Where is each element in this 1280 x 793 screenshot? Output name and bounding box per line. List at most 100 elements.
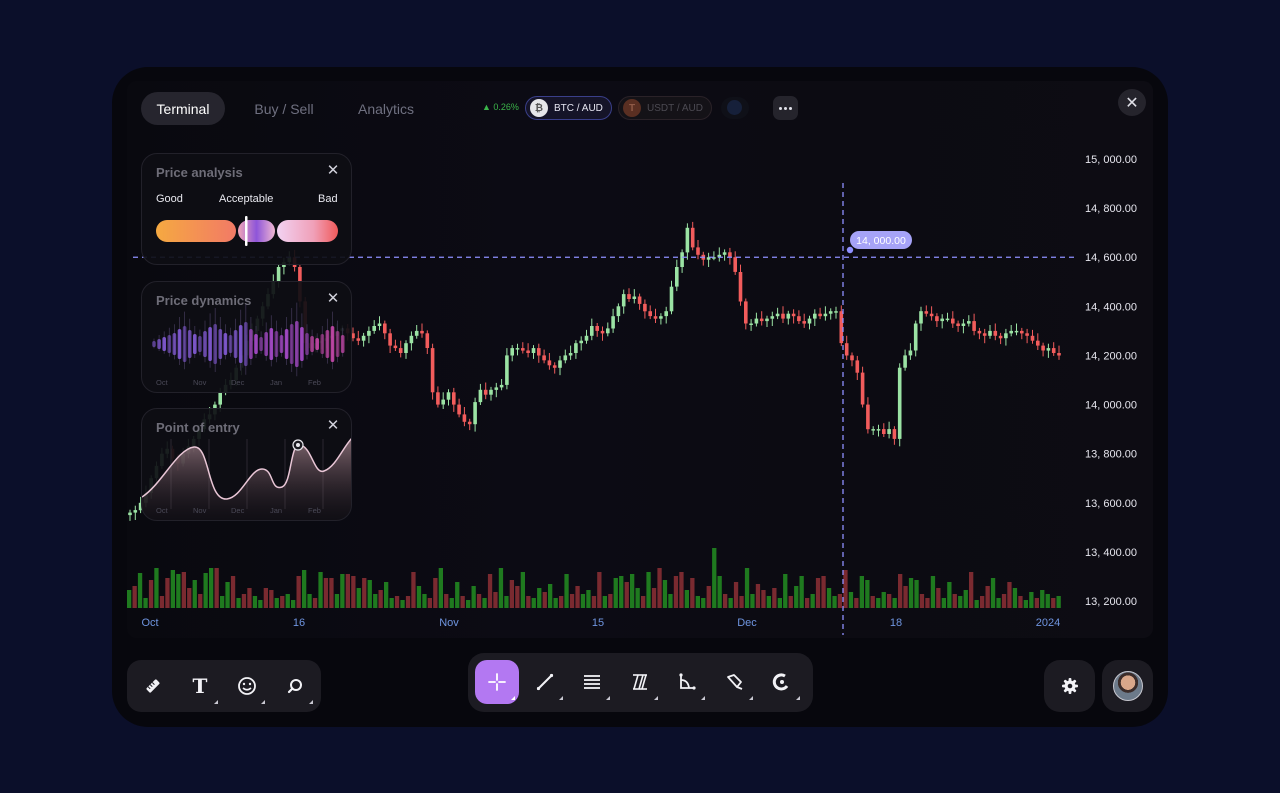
dynamics-bar <box>218 329 223 359</box>
candle-body <box>935 316 939 322</box>
tab-buy-sell[interactable]: Buy / Sell <box>242 92 326 125</box>
volume-bar <box>733 582 739 608</box>
candle-body <box>579 340 583 344</box>
emoji-tool-button[interactable] <box>225 664 269 708</box>
crosshair-icon <box>488 673 506 691</box>
dynamics-bar <box>198 336 202 352</box>
tether-icon: T <box>623 99 641 117</box>
volume-bar <box>723 594 728 608</box>
volume-bar <box>575 586 580 608</box>
volume-bar <box>958 596 963 608</box>
price-marker[interactable] <box>245 216 248 246</box>
user-avatar-button[interactable] <box>1102 660 1153 712</box>
dynamics-bar <box>172 333 177 355</box>
volume-bar <box>132 586 137 608</box>
pair-more[interactable] <box>721 97 749 119</box>
volume-bar <box>657 568 662 608</box>
dynamics-bar <box>238 325 243 363</box>
dynamics-bar <box>162 337 166 351</box>
dynamics-bar <box>269 328 274 360</box>
dynamics-bar <box>167 335 172 353</box>
volume-bar <box>389 598 394 608</box>
volume-bar <box>165 578 170 608</box>
candle-body <box>1025 333 1029 336</box>
volume-bar <box>373 594 378 608</box>
volume-bar <box>865 580 870 608</box>
volume-bar <box>898 574 903 608</box>
volume-bar <box>378 590 383 608</box>
pair-usdt-aud[interactable]: T USDT / AUD <box>618 96 712 120</box>
tab-terminal[interactable]: Terminal <box>141 92 225 125</box>
text-tool-button[interactable]: T <box>178 664 222 708</box>
crosshair-tool-button[interactable] <box>475 660 519 704</box>
close-icon[interactable]: ✕ <box>1118 89 1146 116</box>
brush-icon <box>727 674 743 690</box>
volume-bar <box>143 598 148 608</box>
volume-bar <box>892 598 897 608</box>
volume-bar <box>925 598 930 608</box>
volume-bar <box>1056 596 1061 608</box>
volume-bar <box>914 580 919 608</box>
volume-bar <box>285 594 290 608</box>
candle-body <box>897 367 902 439</box>
candle-body <box>1009 330 1013 334</box>
volume-bar <box>542 592 547 608</box>
candle-body <box>696 247 700 255</box>
candle-body <box>430 348 435 393</box>
volume-bar <box>263 588 268 608</box>
volume-bar <box>794 586 799 608</box>
volume-bar <box>340 574 345 608</box>
angle-tool-button[interactable] <box>665 660 709 704</box>
volume-bar <box>323 578 329 608</box>
volume-bar <box>159 596 165 608</box>
candle-body <box>722 252 727 255</box>
volume-bar <box>613 578 618 608</box>
candle-body <box>606 328 610 334</box>
volume-bar <box>815 578 821 608</box>
candle-body <box>765 318 769 322</box>
candle-body <box>552 365 557 368</box>
magnet-tool-button[interactable] <box>760 660 804 704</box>
volume-bar <box>1018 596 1023 608</box>
volume-bar <box>449 598 454 608</box>
more-options-button[interactable] <box>773 96 798 120</box>
volume-bar <box>903 586 908 608</box>
candle-body <box>802 321 806 324</box>
candle-body <box>537 348 541 356</box>
settings-button[interactable] <box>1044 660 1095 712</box>
trend-line-tool-button[interactable] <box>523 660 567 704</box>
month-label: Nov <box>193 506 207 515</box>
crosshair-price-label: 14, 000.00 <box>856 235 906 247</box>
candle-body <box>828 311 833 314</box>
volume-bar <box>230 576 236 608</box>
drawing-toolbar <box>468 653 813 712</box>
candle-body <box>993 330 998 336</box>
candle-body <box>972 321 976 331</box>
brush-tool-button[interactable] <box>713 660 757 704</box>
ruler-tool-button[interactable] <box>131 664 175 708</box>
volume-bar <box>247 588 252 608</box>
candle-body <box>584 335 589 341</box>
volume-bar <box>837 594 843 608</box>
candle-body <box>961 323 966 326</box>
volume-bar <box>509 580 514 608</box>
volume-bar <box>990 578 996 608</box>
dynamics-bar <box>249 329 253 359</box>
candle-body <box>462 414 467 422</box>
tab-analytics[interactable]: Analytics <box>344 92 428 125</box>
horizontal-lines-tool-button[interactable] <box>570 660 614 704</box>
volume-bar <box>580 594 586 608</box>
y-axis-tick-label: 14, 000.00 <box>1085 400 1137 412</box>
candle-body <box>356 338 361 341</box>
close-icon[interactable]: ✕ <box>325 418 341 434</box>
price-dynamics-bars <box>152 302 345 377</box>
pair-btc-aud[interactable]: ₿ BTC / AUD <box>525 96 612 120</box>
volume-bar <box>318 572 323 608</box>
volume-bar <box>608 594 613 608</box>
candle-body <box>526 350 530 353</box>
left-toolbar: T <box>127 660 321 712</box>
search-tool-button[interactable] <box>273 664 317 708</box>
x-axis-tick-label: 18 <box>890 617 902 629</box>
candle-body <box>919 311 923 324</box>
channel-tool-button[interactable] <box>618 660 662 704</box>
